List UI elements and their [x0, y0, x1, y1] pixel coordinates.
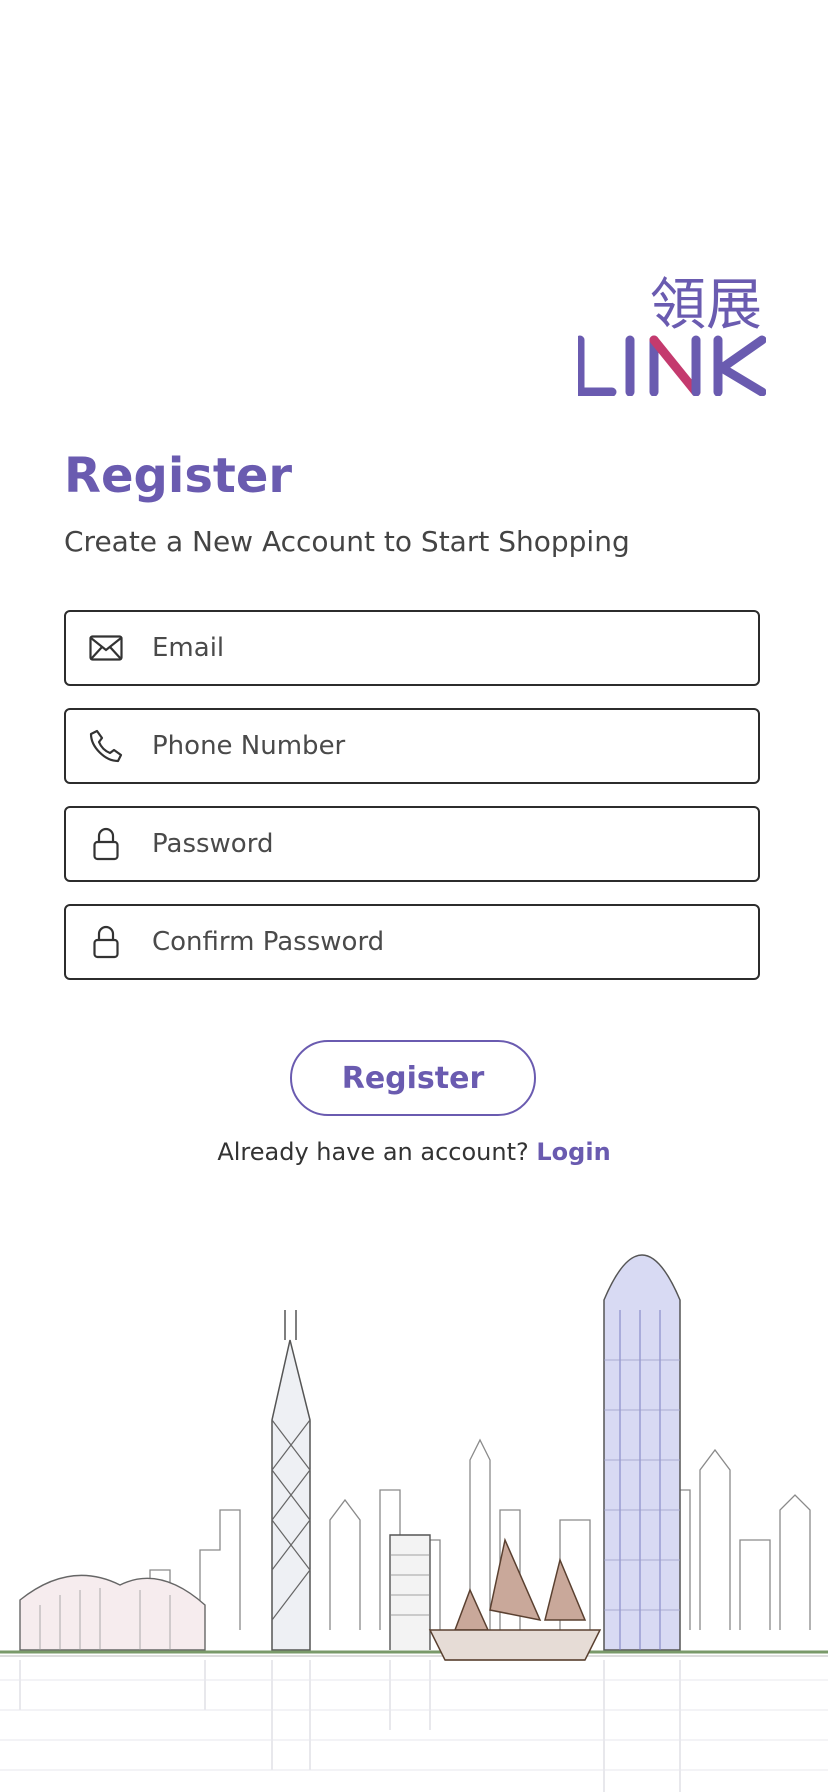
lock-icon [88, 826, 124, 862]
page-subtitle: Create a New Account to Start Shopping [64, 525, 630, 558]
login-link[interactable]: Login [536, 1138, 610, 1166]
login-prompt: Already have an account? Login [0, 1134, 828, 1170]
logo-letter-n-diagonal [649, 335, 701, 397]
login-prompt-text: Already have an account? [217, 1138, 529, 1166]
logo-chinese-text: 領展 [650, 273, 762, 338]
link-logo: 領展 [575, 268, 767, 397]
logo-letter-k [713, 335, 767, 397]
page-title: Register [64, 448, 293, 504]
lock-icon [88, 924, 124, 960]
confirm-password-field-container[interactable] [64, 904, 760, 980]
register-button[interactable]: Register [290, 1040, 536, 1116]
phone-icon [88, 728, 124, 764]
email-field-container[interactable] [64, 610, 760, 686]
email-input[interactable] [152, 633, 712, 663]
logo-letter-l [575, 335, 617, 397]
envelope-icon [88, 630, 124, 666]
password-input[interactable] [152, 829, 712, 859]
password-field-container[interactable] [64, 806, 760, 882]
confirm-password-input[interactable] [152, 927, 712, 957]
phone-number-input[interactable] [152, 731, 712, 761]
city-skyline-illustration [0, 1254, 828, 1792]
phone-field-container[interactable] [64, 708, 760, 784]
